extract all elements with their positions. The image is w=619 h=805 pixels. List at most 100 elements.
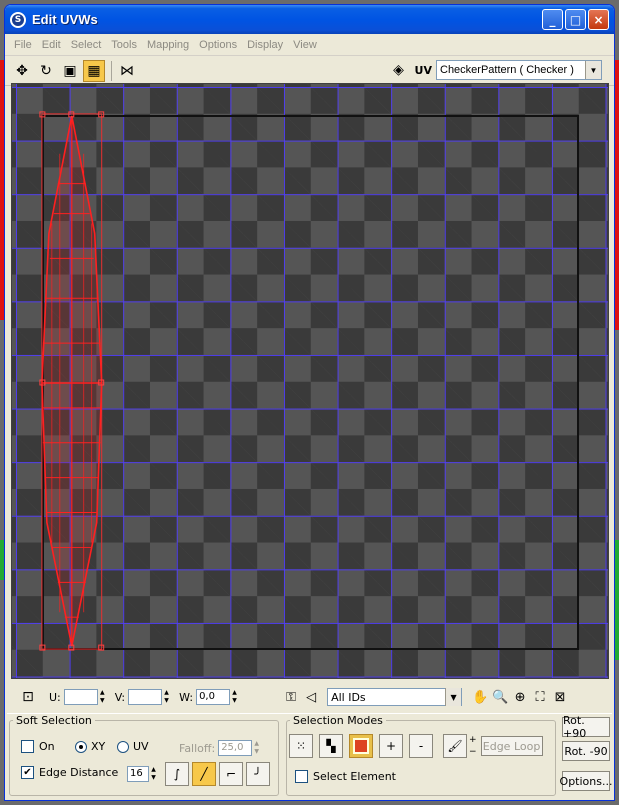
spinner-arrows-icon[interactable]: ▲ ▼ (98, 689, 107, 705)
linear-falloff-icon[interactable]: ╱ (192, 762, 216, 786)
spinner-arrows-icon[interactable]: ▲ ▼ (162, 689, 171, 705)
rotate-minus-90-button[interactable]: Rot. -90 (562, 741, 610, 761)
menu-edit[interactable]: Edit (37, 39, 66, 51)
soft-selection-legend: Soft Selection (16, 714, 92, 727)
map-controls: ◈ UV CheckerPattern ( Checker ) ▼ (388, 59, 602, 81)
spinner-arrows-icon[interactable]: ▲ ▼ (252, 740, 261, 756)
scale-tool-icon[interactable]: ▣ (59, 60, 81, 82)
toolbar-divider (111, 60, 112, 81)
xy-radio-row[interactable]: XY (75, 740, 105, 753)
edge-distance-row[interactable]: ✔ Edge Distance (21, 766, 118, 779)
falloff-row: Falloff: 25,0 ▲ ▼ (179, 740, 261, 756)
zoom-region-icon[interactable]: ⊕ (510, 687, 530, 707)
menu-display[interactable]: Display (242, 39, 288, 51)
shrink-selection-button[interactable]: - (409, 734, 433, 758)
falloff-label: Falloff: (179, 741, 216, 755)
uv-radio[interactable] (117, 740, 129, 753)
falloff-spinner[interactable]: 25,0 ▲ ▼ (218, 740, 261, 756)
vertex-mode-icon[interactable]: ⁙ (289, 734, 313, 758)
close-button[interactable]: × (588, 9, 609, 30)
on-checkbox[interactable] (21, 740, 34, 753)
menu-bar: File Edit Select Tools Mapping Options D… (5, 34, 614, 56)
window-title: Edit UVWs (32, 12, 98, 27)
uv-toggle[interactable]: UV (415, 64, 432, 77)
w-input[interactable]: 0,0 (196, 689, 231, 705)
freeform-mode-icon[interactable]: ▦ (83, 59, 105, 82)
soft-selection-on-row[interactable]: On (21, 740, 55, 753)
paint-size-down-icon[interactable]: − (469, 746, 477, 758)
u-label: U: (49, 690, 61, 704)
edge-distance-input[interactable]: 16 (127, 766, 149, 782)
v-label: V: (114, 690, 126, 704)
pan-hand-icon[interactable]: ✋ (470, 687, 490, 707)
minimize-button[interactable]: _ (542, 9, 563, 30)
uv-shell[interactable] (12, 84, 608, 678)
select-element-label: Select Element (313, 770, 396, 783)
select-element-checkbox[interactable] (295, 770, 308, 783)
grid-snap-icon[interactable]: ⊠ (550, 687, 570, 707)
uv-editor-viewport[interactable] (11, 83, 609, 679)
rotate-plus-90-button[interactable]: Rot. +90 (562, 714, 610, 740)
w-label: W: (179, 690, 194, 704)
paint-size-up-icon[interactable]: + (469, 734, 477, 746)
lock-selection-icon[interactable]: ⚿ (281, 687, 301, 707)
smooth-falloff-icon[interactable]: ∫ (165, 762, 189, 786)
spinner-arrows-icon[interactable]: ▲ ▼ (230, 689, 239, 705)
edge-distance-spinner-row: 16 ▲ ▼ (127, 766, 158, 782)
w-spinner[interactable]: 0,0 ▲ ▼ (196, 689, 239, 705)
face-mode-icon[interactable] (349, 734, 373, 758)
edge-mode-icon[interactable]: ▚ (319, 734, 343, 758)
u-spinner[interactable]: ▲ ▼ (63, 689, 107, 705)
chevron-down-icon[interactable]: ▼ (585, 61, 601, 79)
coordinate-bar: ⊡ U: ▲ ▼ V: ▲ ▼ W: 0,0 ▲ ▼ ⚿ ◁ All IDs ▼ ✋ … (11, 683, 609, 711)
options-button[interactable]: Options... (560, 771, 612, 791)
material-id-value: All IDs (331, 690, 366, 704)
move-tool-icon[interactable]: ✥ (11, 60, 33, 82)
options-panel: Soft Selection On XY UV Falloff: 25,0 ▲ ▼… (7, 713, 612, 800)
uv-radio-label: UV (133, 740, 149, 753)
spinner-arrows-icon[interactable]: ▲ ▼ (149, 766, 158, 782)
xy-label: XY (91, 740, 106, 753)
checker-map-icon[interactable]: ◈ (388, 59, 410, 81)
texture-map-value: CheckerPattern ( Checker ) (440, 64, 574, 76)
zoom-icon[interactable]: 🔍 (490, 687, 510, 707)
edge-distance-spinner[interactable]: 16 ▲ ▼ (127, 766, 158, 782)
filter-selected-faces-icon[interactable]: ◁ (301, 687, 321, 707)
menu-view[interactable]: View (288, 39, 322, 51)
menu-file[interactable]: File (9, 39, 37, 51)
paint-select-icon[interactable]: 🖌 (443, 734, 467, 758)
face-mode-glyph (353, 738, 369, 754)
mirror-tool-icon[interactable]: ⋈ (116, 60, 138, 82)
maximize-button[interactable]: □ (565, 9, 586, 30)
texture-map-dropdown[interactable]: CheckerPattern ( Checker ) ▼ (436, 60, 602, 80)
menu-select[interactable]: Select (66, 39, 107, 51)
absolute-mode-icon[interactable]: ⊡ (17, 686, 39, 708)
uv-radio-row[interactable]: UV (117, 740, 149, 753)
edge-loop-button[interactable]: Edge Loop (480, 736, 543, 756)
zoom-extents-icon[interactable]: ⛶ (530, 687, 550, 707)
title-bar[interactable]: S Edit UVWs _ □ × (5, 5, 614, 34)
u-input[interactable] (63, 689, 98, 705)
menu-mapping[interactable]: Mapping (142, 39, 194, 51)
chevron-down-icon[interactable]: ▼ (445, 688, 462, 706)
rotate-tool-icon[interactable]: ↻ (35, 60, 57, 82)
max-app-icon[interactable]: S (10, 11, 26, 28)
material-id-dropdown[interactable]: All IDs ▼ (327, 688, 463, 706)
grow-selection-button[interactable]: + (379, 734, 403, 758)
menu-options[interactable]: Options (194, 39, 242, 51)
select-element-row[interactable]: Select Element (295, 770, 396, 783)
paint-size-stepper[interactable]: + − (469, 734, 477, 758)
falloff-input[interactable]: 25,0 (218, 740, 253, 756)
selection-modes-legend: Selection Modes (293, 714, 383, 727)
edge-distance-label: Edge Distance (39, 766, 119, 779)
menu-tools[interactable]: Tools (106, 39, 142, 51)
selection-mode-buttons: ⁙ ▚ + - 🖌 + − Edge Loop (289, 734, 543, 758)
slow-out-falloff-icon[interactable]: ⌐ (219, 762, 243, 786)
on-label: On (39, 740, 55, 753)
falloff-curve-buttons: ∫ ╱ ⌐ ╯ (165, 762, 270, 786)
v-input[interactable] (128, 689, 163, 705)
xy-radio[interactable] (75, 740, 87, 753)
edge-distance-checkbox[interactable]: ✔ (21, 766, 34, 779)
fast-out-falloff-icon[interactable]: ╯ (246, 762, 270, 786)
v-spinner[interactable]: ▲ ▼ (128, 689, 171, 705)
